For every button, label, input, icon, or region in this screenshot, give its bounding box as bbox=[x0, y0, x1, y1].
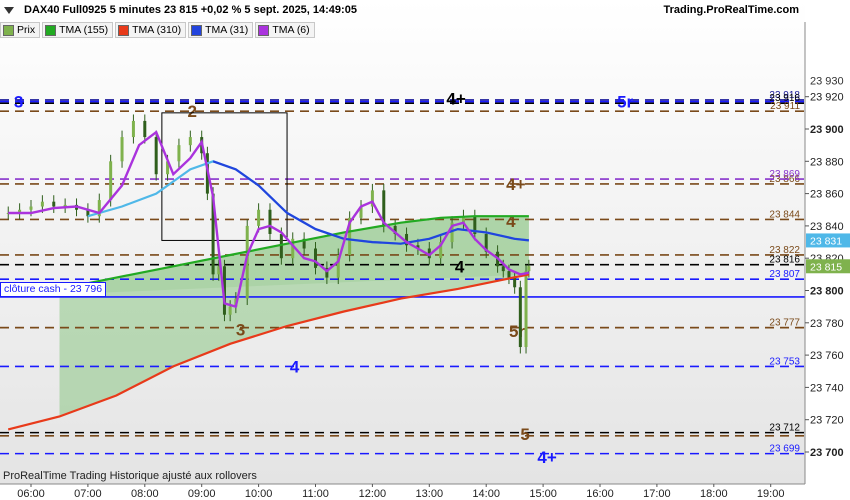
candle-body bbox=[507, 271, 511, 278]
legend-label: TMA (155) bbox=[59, 24, 109, 36]
x-axis-panel bbox=[0, 484, 805, 500]
candle-body bbox=[188, 137, 192, 146]
x-tick-label: 11:00 bbox=[302, 488, 329, 500]
y-tick-label: 23 740 bbox=[810, 382, 844, 394]
legend-item-tma6[interactable]: TMA (6) bbox=[255, 22, 315, 38]
level-label: 23 807 bbox=[769, 269, 800, 280]
x-tick-label: 18:00 bbox=[700, 488, 728, 500]
legend-item-prix[interactable]: Prix bbox=[0, 22, 41, 38]
candle-body bbox=[177, 145, 181, 162]
y-tick-label: 23 860 bbox=[810, 189, 844, 201]
level-label: 23 753 bbox=[769, 356, 800, 367]
candle-body bbox=[268, 209, 272, 234]
footer-note: ProRealTime Trading Historique ajusté au… bbox=[3, 470, 257, 482]
y-tick-label: 23 880 bbox=[810, 156, 844, 168]
chart-title: DAX40 Full0925 5 minutes 23 815 +0,02 % … bbox=[24, 4, 357, 16]
level-tag: 5 bbox=[520, 425, 529, 444]
x-tick-label: 15:00 bbox=[529, 488, 557, 500]
candle-body bbox=[501, 266, 505, 272]
candle-body bbox=[314, 248, 317, 268]
x-tick-label: 14:00 bbox=[472, 488, 500, 500]
x-tick-label: 19:00 bbox=[757, 488, 785, 500]
y-tick-label: 23 700 bbox=[810, 447, 844, 459]
candle-body bbox=[143, 120, 147, 138]
site-label[interactable]: Trading.ProRealTime.com bbox=[663, 4, 799, 16]
prix-swatch-icon bbox=[3, 24, 14, 36]
y-tick-label: 23 930 bbox=[810, 76, 844, 88]
x-tick-label: 13:00 bbox=[416, 488, 444, 500]
candle-body bbox=[154, 137, 158, 175]
level-tag: 4 bbox=[455, 257, 465, 276]
x-tick-label: 10:00 bbox=[245, 488, 273, 500]
level-tag: 5r bbox=[509, 322, 525, 341]
y-tick-label: 23 920 bbox=[810, 92, 844, 104]
candle-body bbox=[524, 271, 528, 348]
y-tick-label: 23 900 bbox=[810, 124, 844, 136]
level-tag: 3 bbox=[236, 320, 245, 339]
level-label: 23 869 bbox=[769, 169, 800, 180]
tma31-swatch-icon bbox=[191, 24, 203, 36]
price-tag-label: 23 831 bbox=[810, 235, 842, 247]
level-tag: 4 bbox=[506, 212, 516, 231]
x-tick-label: 09:00 bbox=[188, 488, 216, 500]
tma310-swatch-icon bbox=[118, 24, 130, 36]
level-tag: 4+ bbox=[537, 448, 556, 467]
candle-body bbox=[120, 137, 124, 162]
level-tag: 4 bbox=[290, 357, 300, 376]
level-tag: 4+ bbox=[446, 89, 465, 108]
cloture-cash-label: clôture cash - 23 796 bbox=[0, 282, 107, 297]
x-tick-label: 07:00 bbox=[74, 488, 102, 500]
legend-label: TMA (31) bbox=[205, 24, 249, 36]
legend-item-tma31[interactable]: TMA (31) bbox=[188, 22, 254, 38]
level-label: 23 712 bbox=[769, 423, 800, 434]
candle-body bbox=[131, 120, 135, 138]
x-tick-label: 08:00 bbox=[131, 488, 159, 500]
level-label: 23 911 bbox=[770, 101, 800, 112]
x-tick-label: 16:00 bbox=[586, 488, 614, 500]
price-tag-label: 23 815 bbox=[810, 261, 842, 273]
tma155-swatch-icon bbox=[45, 24, 57, 36]
x-tick-label: 06:00 bbox=[17, 488, 45, 500]
collapse-arrow-icon[interactable] bbox=[2, 4, 16, 16]
y-tick-label: 23 800 bbox=[810, 286, 844, 298]
y-tick-label: 23 840 bbox=[810, 221, 844, 233]
level-tag: 3 bbox=[14, 93, 23, 112]
candle-body bbox=[29, 206, 33, 210]
candle-body bbox=[228, 306, 232, 315]
level-label: 23 699 bbox=[769, 444, 800, 455]
candle-body bbox=[513, 277, 517, 288]
tma6-swatch-icon bbox=[258, 24, 270, 36]
price-chart[interactable]: 23 91823 91623 91123 86623 86923 84423 8… bbox=[0, 0, 850, 500]
y-tick-label: 23 720 bbox=[810, 415, 844, 427]
y-tick-label: 23 760 bbox=[810, 350, 844, 362]
x-tick-label: 17:00 bbox=[643, 488, 671, 500]
y-tick-label: 23 780 bbox=[810, 318, 844, 330]
x-tick-label: 12:00 bbox=[359, 488, 387, 500]
candle-body bbox=[518, 287, 522, 348]
legend-item-tma310[interactable]: TMA (310) bbox=[115, 22, 187, 38]
candle-body bbox=[109, 161, 113, 201]
candle-body bbox=[527, 266, 531, 272]
legend-item-tma155[interactable]: TMA (155) bbox=[42, 22, 114, 38]
chart-header: DAX40 Full0925 5 minutes 23 815 +0,02 % … bbox=[0, 0, 805, 21]
level-tag: 5r bbox=[617, 93, 633, 112]
candle-body bbox=[52, 201, 56, 207]
level-tag: 2 bbox=[187, 102, 196, 121]
level-tag: 4+ bbox=[506, 175, 525, 194]
candle-body bbox=[40, 201, 44, 207]
legend-label: TMA (310) bbox=[132, 24, 182, 36]
legend-label: TMA (6) bbox=[272, 24, 310, 36]
candle-body bbox=[257, 209, 261, 226]
level-label: 23 816 bbox=[769, 255, 800, 266]
legend-label: Prix bbox=[17, 24, 36, 36]
indicator-legend: Prix TMA (155) TMA (310) TMA (31) TMA (6… bbox=[0, 22, 317, 38]
level-label: 23 844 bbox=[769, 209, 800, 220]
